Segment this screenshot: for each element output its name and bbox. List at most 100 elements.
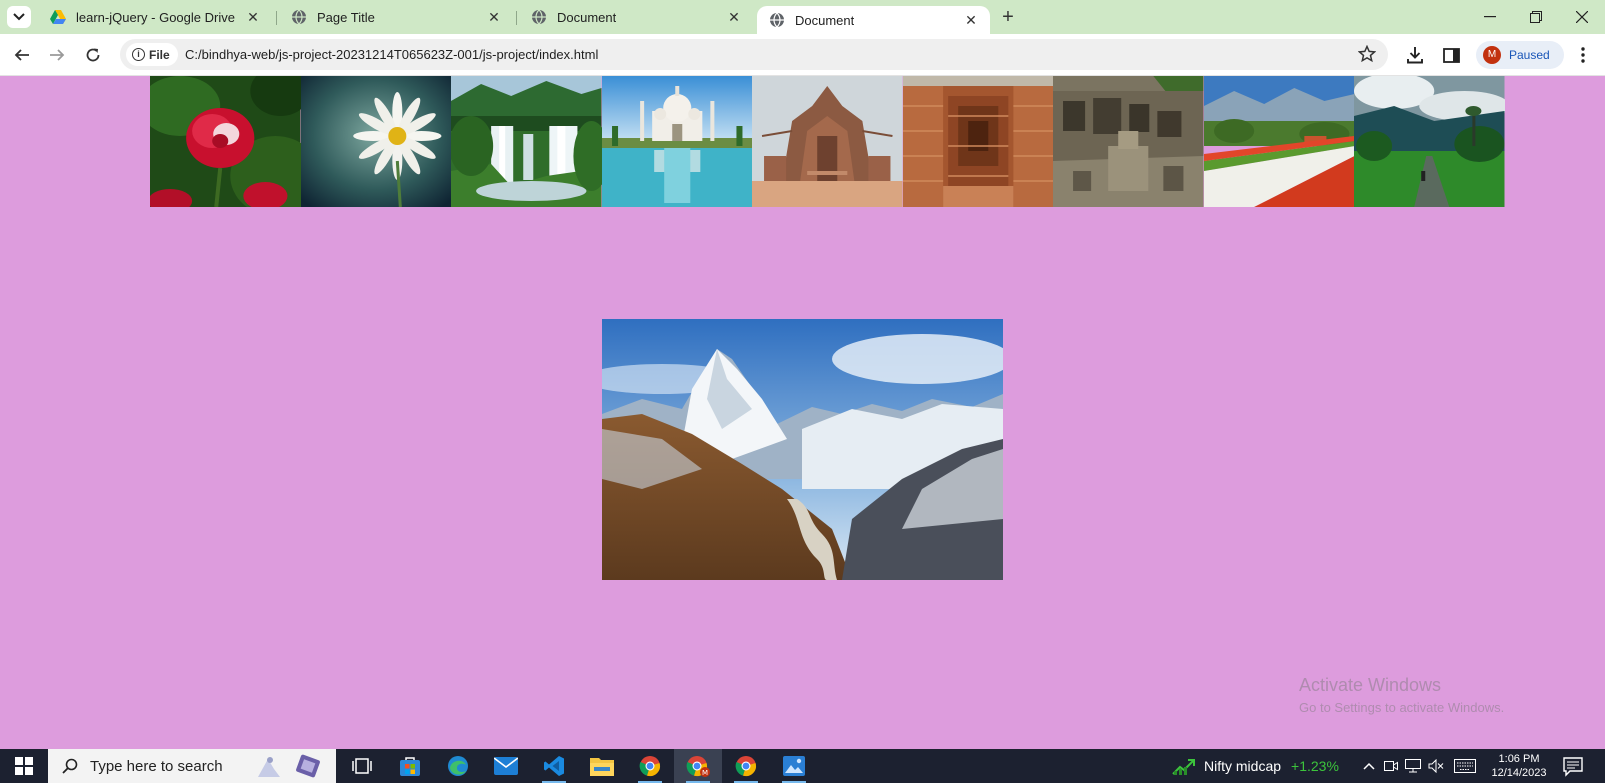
globe-icon xyxy=(291,9,307,25)
watermark-subtitle: Go to Settings to activate Windows. xyxy=(1299,700,1505,715)
url-text[interactable]: C:/bindhya-web/js-project-20231214T06562… xyxy=(185,47,598,62)
camera-tray-button[interactable] xyxy=(1381,749,1401,783)
clock-time: 1:06 PM xyxy=(1498,753,1540,765)
more-menu-icon[interactable] xyxy=(1575,46,1591,64)
tab-label: Document xyxy=(557,9,617,25)
tab-page-title[interactable]: Page Title ✕ xyxy=(279,0,513,34)
chevron-down-icon xyxy=(13,13,25,21)
tab-separator xyxy=(516,11,517,25)
vscode-button[interactable] xyxy=(530,749,578,783)
tab-google-drive[interactable]: learn-jQuery - Google Drive ✕ xyxy=(38,0,272,34)
tab-search-button[interactable] xyxy=(7,6,31,28)
address-bar[interactable]: i File C:/bindhya-web/js-project-2023121… xyxy=(120,39,1388,70)
volume-muted-icon xyxy=(1428,759,1444,773)
side-panel-icon xyxy=(1442,47,1460,63)
restore-icon xyxy=(1530,11,1542,23)
tab-separator xyxy=(276,11,277,25)
profile-button[interactable]: M Paused xyxy=(1476,41,1564,69)
svg-text:M: M xyxy=(702,769,708,777)
close-window-button[interactable] xyxy=(1559,0,1605,34)
show-hidden-icons-button[interactable] xyxy=(1358,749,1380,783)
mail-icon xyxy=(494,757,518,775)
tab-label: Document xyxy=(795,12,855,28)
profile-status: Paused xyxy=(1509,48,1550,62)
watermark-title: Activate Windows xyxy=(1299,675,1442,695)
thumbnail-caves[interactable] xyxy=(1053,76,1204,207)
arrow-left-icon xyxy=(14,49,29,61)
microsoft-store-button[interactable] xyxy=(386,749,434,783)
chrome-icon xyxy=(639,756,660,777)
main-image-mountains[interactable] xyxy=(602,319,1003,580)
minimize-button[interactable] xyxy=(1467,0,1513,34)
windows-taskbar: Type here to search M Nifty midcap +1.23… xyxy=(0,749,1605,783)
trend-up-icon xyxy=(1172,759,1195,775)
globe-icon xyxy=(531,9,547,25)
thumbnail-strip xyxy=(150,76,1505,207)
chevron-up-icon xyxy=(1363,762,1375,770)
task-view-icon xyxy=(352,758,372,774)
tab-document[interactable]: Document ✕ xyxy=(519,0,753,34)
bookmark-star-icon[interactable] xyxy=(1358,45,1376,63)
vscode-icon xyxy=(544,756,564,776)
avatar: M xyxy=(1483,46,1501,64)
back-button[interactable] xyxy=(10,43,34,67)
close-icon xyxy=(1576,11,1588,23)
clock-date: 12/14/2023 xyxy=(1491,767,1547,779)
mail-button[interactable] xyxy=(482,749,530,783)
reload-icon xyxy=(86,48,100,62)
close-icon[interactable]: ✕ xyxy=(727,10,741,24)
minimize-icon xyxy=(1484,16,1496,18)
store-icon xyxy=(400,757,420,776)
thumbnail-temple[interactable] xyxy=(752,76,903,207)
downloads-button[interactable] xyxy=(1405,45,1425,65)
reload-button[interactable] xyxy=(81,43,105,67)
thumbnail-tulip-garden[interactable] xyxy=(1203,76,1354,207)
notification-icon[interactable] xyxy=(1562,755,1584,777)
keyboard-icon xyxy=(1454,759,1476,773)
network-tray-button[interactable] xyxy=(1402,749,1424,783)
thumbnail-daisy[interactable] xyxy=(300,76,451,207)
network-icon xyxy=(1405,759,1421,773)
close-icon[interactable]: ✕ xyxy=(487,10,501,24)
stock-widget-change: +1.23% xyxy=(1291,758,1339,774)
new-tab-button[interactable]: + xyxy=(998,7,1018,28)
tab-label: learn-jQuery - Google Drive xyxy=(76,9,235,25)
site-info-chip[interactable]: i File xyxy=(126,43,178,66)
camera-icon xyxy=(1384,761,1398,771)
stock-widget[interactable]: Nifty midcap +1.23% xyxy=(1172,749,1339,783)
side-panel-button[interactable] xyxy=(1441,45,1461,65)
taskbar-search[interactable]: Type here to search xyxy=(48,749,336,783)
thumbnail-rose[interactable] xyxy=(150,76,301,207)
edge-button[interactable] xyxy=(434,749,482,783)
photos-button[interactable] xyxy=(770,749,818,783)
search-icon xyxy=(62,758,78,774)
thumbnail-taj-mahal[interactable] xyxy=(601,76,752,207)
search-highlight-illustration-icon xyxy=(258,754,320,778)
arrow-right-icon xyxy=(50,49,65,61)
start-button[interactable] xyxy=(0,749,48,783)
tab-document-active[interactable]: Document ✕ xyxy=(757,6,990,34)
volume-tray-button[interactable] xyxy=(1425,749,1447,783)
edge-icon xyxy=(448,756,468,776)
file-explorer-button[interactable] xyxy=(578,749,626,783)
thumbnail-stepwell[interactable] xyxy=(902,76,1053,207)
chrome-profile-icon: M xyxy=(686,756,710,777)
taskbar-clock[interactable]: 1:06 PM 12/14/2023 xyxy=(1484,752,1554,780)
chrome-button-2[interactable] xyxy=(722,749,770,783)
chrome-icon xyxy=(735,756,756,777)
restore-button[interactable] xyxy=(1513,0,1559,34)
close-icon[interactable]: ✕ xyxy=(964,13,978,27)
photos-icon xyxy=(783,756,805,776)
stock-widget-label: Nifty midcap xyxy=(1204,758,1282,774)
thumbnail-green-valley[interactable] xyxy=(1354,76,1505,207)
task-view-button[interactable] xyxy=(338,749,386,783)
folder-icon xyxy=(590,758,614,776)
download-icon xyxy=(1407,47,1423,64)
chrome-button[interactable] xyxy=(626,749,674,783)
thumbnail-waterfall[interactable] xyxy=(451,76,602,207)
chrome-profile-button[interactable]: M xyxy=(674,749,722,783)
search-placeholder: Type here to search xyxy=(90,757,223,775)
forward-button[interactable] xyxy=(45,43,69,67)
close-icon[interactable]: ✕ xyxy=(246,10,260,24)
keyboard-tray-button[interactable] xyxy=(1450,749,1480,783)
